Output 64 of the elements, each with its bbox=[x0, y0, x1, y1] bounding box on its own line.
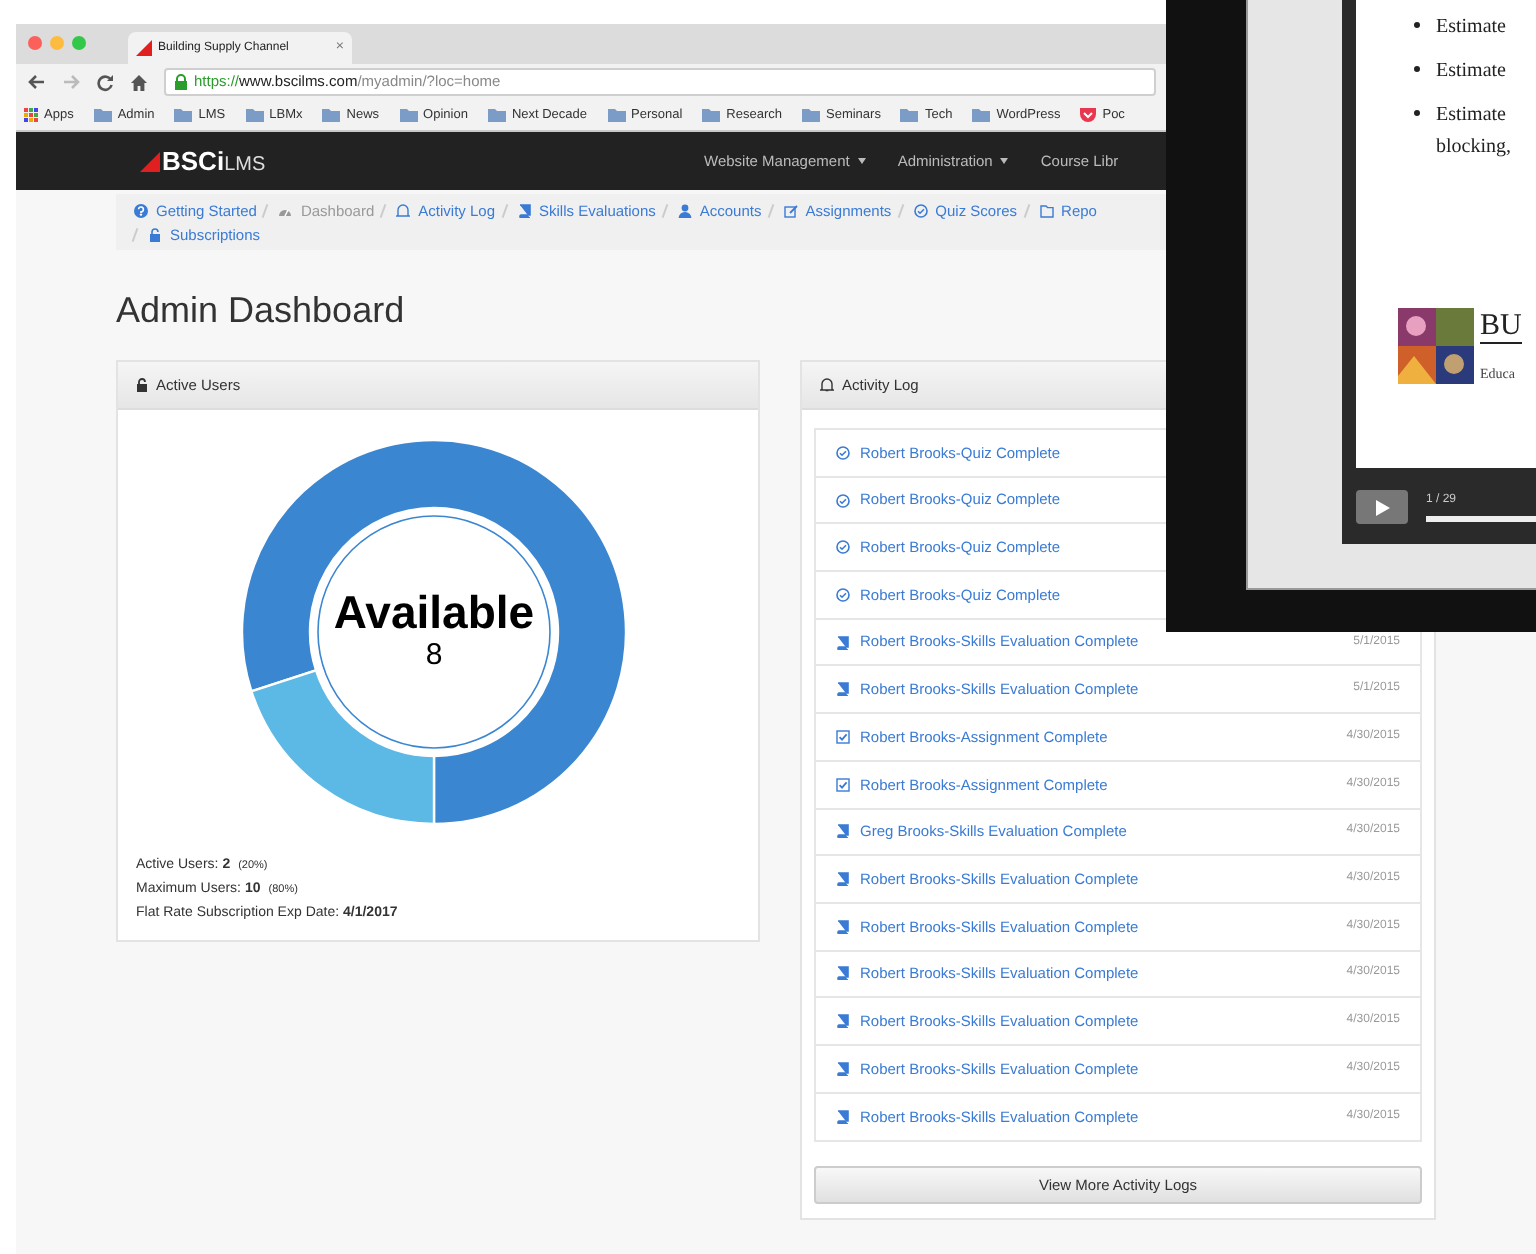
slide-text: Estimate bbox=[1436, 102, 1508, 130]
bullet-icon bbox=[1414, 110, 1420, 116]
play-icon bbox=[1375, 499, 1389, 515]
check-circle-icon bbox=[836, 493, 850, 508]
folder-icon bbox=[972, 108, 991, 122]
book-icon bbox=[836, 919, 850, 934]
book-icon bbox=[836, 635, 850, 650]
pocket-icon bbox=[1080, 108, 1097, 122]
folder-icon bbox=[802, 108, 820, 122]
bullet-icon bbox=[1414, 22, 1420, 28]
lock-icon bbox=[136, 378, 148, 392]
folder-icon bbox=[702, 108, 721, 122]
check-circle-icon bbox=[836, 587, 850, 602]
home-icon[interactable] bbox=[130, 73, 148, 91]
folder-icon bbox=[245, 108, 264, 122]
book-icon bbox=[836, 966, 850, 981]
book-icon bbox=[517, 204, 532, 218]
folder-icon bbox=[399, 108, 418, 122]
triangle-icon bbox=[136, 40, 152, 56]
logo-triangle-icon bbox=[140, 151, 160, 171]
checkbox-icon bbox=[836, 777, 850, 792]
lock-icon bbox=[148, 228, 162, 242]
book-icon bbox=[836, 682, 850, 697]
forward-icon[interactable] bbox=[62, 74, 80, 90]
checkbox-icon bbox=[836, 729, 850, 744]
play-button[interactable] bbox=[1356, 490, 1408, 524]
page-title: Admin Dashboard bbox=[116, 290, 407, 330]
folder-icon bbox=[93, 108, 112, 122]
edit-icon bbox=[783, 204, 798, 218]
folder-icon bbox=[1039, 204, 1054, 218]
book-icon bbox=[836, 1109, 850, 1124]
back-icon[interactable] bbox=[28, 74, 46, 90]
lock-icon bbox=[174, 74, 188, 90]
folder-icon bbox=[607, 108, 626, 122]
donut-center-label: Available bbox=[333, 586, 535, 638]
person-icon bbox=[677, 204, 692, 218]
book-icon bbox=[836, 1061, 850, 1076]
folder-icon bbox=[322, 108, 341, 122]
donut-center-value: 8 bbox=[425, 638, 443, 674]
slide-text: blocking, bbox=[1436, 134, 1511, 162]
apps-grid-icon bbox=[24, 108, 38, 122]
bullet-icon bbox=[1414, 66, 1420, 72]
folder-icon bbox=[174, 108, 193, 122]
slide-text: Estimate bbox=[1436, 14, 1506, 42]
folder-icon bbox=[487, 108, 506, 122]
folder-icon bbox=[900, 108, 919, 122]
check-circle-icon bbox=[836, 540, 850, 555]
bell-icon bbox=[820, 378, 834, 392]
reload-icon[interactable] bbox=[96, 73, 114, 91]
site-logo[interactable]: BSCiLMS bbox=[162, 141, 266, 181]
bell-icon bbox=[396, 204, 411, 218]
minimize-window-button[interactable] bbox=[50, 36, 64, 50]
close-window-button[interactable] bbox=[28, 36, 42, 50]
slide-logo-title: BU bbox=[1480, 310, 1522, 344]
check-circle-icon bbox=[836, 445, 850, 460]
book-icon bbox=[836, 872, 850, 887]
book-icon bbox=[836, 824, 850, 839]
book-icon bbox=[836, 1014, 850, 1029]
zoom-window-button[interactable] bbox=[72, 36, 86, 50]
slide-text: Estimate bbox=[1436, 58, 1506, 86]
check-circle-icon bbox=[913, 204, 928, 218]
gauge-icon bbox=[278, 204, 293, 218]
question-circle-icon bbox=[134, 204, 148, 218]
progress-track[interactable] bbox=[1426, 516, 1536, 522]
